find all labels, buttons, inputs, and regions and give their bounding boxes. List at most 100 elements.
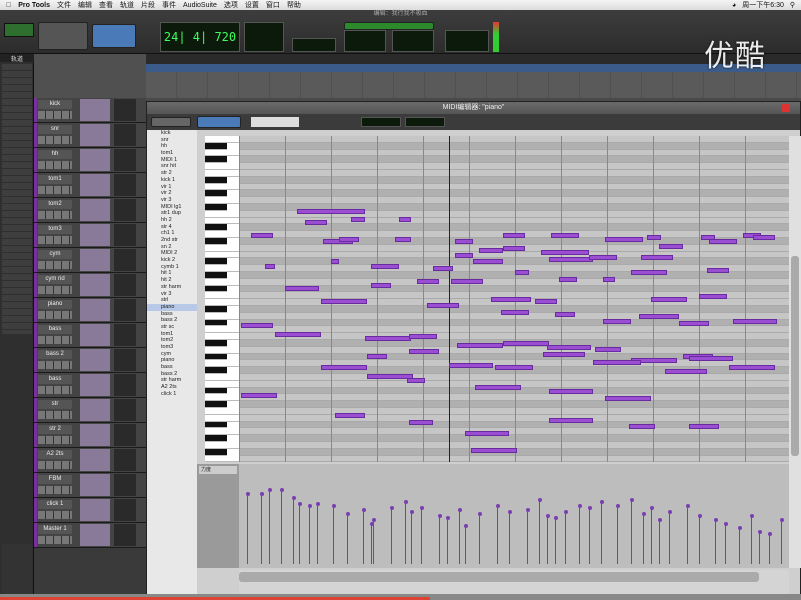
piano-white-key[interactable] bbox=[205, 183, 239, 191]
midi-note[interactable] bbox=[305, 219, 327, 225]
piano-white-key[interactable] bbox=[205, 414, 239, 422]
track-buttons[interactable] bbox=[38, 361, 72, 369]
velocity-handle[interactable] bbox=[685, 504, 690, 508]
velocity-handle[interactable] bbox=[445, 516, 450, 520]
midi-note[interactable] bbox=[647, 235, 661, 240]
piano-white-key[interactable] bbox=[205, 380, 239, 388]
midi-note[interactable] bbox=[555, 312, 575, 317]
track-buttons[interactable] bbox=[38, 486, 72, 494]
track-clip[interactable] bbox=[80, 474, 110, 496]
midi-note[interactable] bbox=[465, 430, 509, 436]
wifi-icon[interactable]: ◕ bbox=[732, 2, 736, 9]
velocity-handle[interactable] bbox=[463, 524, 468, 528]
midi-note[interactable] bbox=[689, 356, 733, 361]
midi-note[interactable] bbox=[251, 232, 273, 238]
track-buttons[interactable] bbox=[38, 311, 72, 319]
track-clip[interactable] bbox=[80, 449, 110, 471]
selection-start[interactable] bbox=[344, 30, 386, 52]
velocity-handle[interactable] bbox=[315, 502, 320, 506]
midi-track-list-item[interactable]: vir 3 bbox=[147, 197, 197, 204]
menu-clip[interactable]: 片段 bbox=[141, 0, 155, 10]
velocity-stalk[interactable] bbox=[317, 504, 318, 564]
track-name[interactable]: FBM bbox=[38, 475, 72, 484]
menu-window[interactable]: 窗口 bbox=[266, 0, 280, 10]
track-buttons[interactable] bbox=[38, 261, 72, 269]
piano-white-key[interactable] bbox=[205, 244, 239, 252]
track-buttons[interactable] bbox=[38, 336, 72, 344]
piano-black-key[interactable] bbox=[205, 272, 227, 279]
clock[interactable]: 周一下午6:30 bbox=[742, 0, 784, 10]
menu-edit[interactable]: 编辑 bbox=[78, 0, 92, 10]
midi-note[interactable] bbox=[367, 353, 387, 359]
midi-note[interactable] bbox=[753, 235, 775, 240]
track-clip[interactable] bbox=[80, 324, 110, 346]
midi-track-list-item[interactable]: snr bbox=[147, 137, 197, 144]
track-clip[interactable] bbox=[80, 199, 110, 221]
midi-note[interactable] bbox=[241, 323, 273, 328]
piano-white-key[interactable] bbox=[205, 136, 239, 143]
velocity-stalk[interactable] bbox=[347, 514, 348, 564]
velocity-stalk[interactable] bbox=[247, 494, 248, 564]
track-row[interactable]: Master 1 bbox=[34, 523, 146, 548]
velocity-handle[interactable] bbox=[587, 506, 592, 510]
velocity-stalk[interactable] bbox=[643, 514, 644, 564]
edit-tools[interactable] bbox=[92, 24, 136, 48]
midi-note[interactable] bbox=[371, 283, 391, 289]
track-name[interactable]: bass bbox=[38, 375, 72, 384]
track-row[interactable]: A2 2ts bbox=[34, 448, 146, 473]
midi-track-list-item[interactable]: hit 1 bbox=[147, 270, 197, 277]
midi-note[interactable] bbox=[535, 298, 557, 304]
midi-note[interactable] bbox=[407, 378, 425, 383]
velocity-handle[interactable] bbox=[629, 498, 634, 502]
note-grid[interactable] bbox=[239, 136, 789, 462]
timeline-rulers[interactable] bbox=[146, 54, 801, 98]
midi-note[interactable] bbox=[409, 334, 437, 339]
piano-white-key[interactable] bbox=[205, 197, 239, 204]
track-name[interactable]: cym bbox=[38, 250, 72, 259]
midi-note[interactable] bbox=[593, 360, 641, 366]
track-name[interactable]: cym rid bbox=[38, 275, 72, 284]
midi-track-list-item[interactable]: str harm bbox=[147, 377, 197, 384]
midi-note[interactable] bbox=[427, 303, 459, 309]
menu-track[interactable]: 轨道 bbox=[120, 0, 134, 10]
velocity-stalk[interactable] bbox=[309, 506, 310, 564]
track-name[interactable]: snr bbox=[38, 125, 72, 134]
velocity-handle[interactable] bbox=[767, 532, 772, 536]
track-row[interactable]: kick bbox=[34, 98, 146, 123]
track-clip[interactable] bbox=[80, 399, 110, 421]
tempo-ruler[interactable] bbox=[146, 64, 801, 72]
velocity-stalk[interactable] bbox=[659, 520, 660, 564]
track-clip[interactable] bbox=[80, 99, 110, 121]
midi-track-list-item[interactable]: hh bbox=[147, 143, 197, 150]
midi-track-list-item[interactable]: bass bbox=[147, 364, 197, 371]
menu-view[interactable]: 查看 bbox=[99, 0, 113, 10]
menu-options[interactable]: 选项 bbox=[224, 0, 238, 10]
track-clip[interactable] bbox=[80, 149, 110, 171]
velocity-stalk[interactable] bbox=[421, 508, 422, 564]
track-clip[interactable] bbox=[80, 274, 110, 296]
midi-track-list-item[interactable]: MIDI lg1 bbox=[147, 204, 197, 211]
track-buttons[interactable] bbox=[38, 436, 72, 444]
midi-track-list-item[interactable]: kick bbox=[147, 130, 197, 137]
midi-note[interactable] bbox=[455, 252, 473, 258]
velocity-handle[interactable] bbox=[437, 514, 442, 518]
piano-black-key[interactable] bbox=[205, 176, 227, 184]
midi-note[interactable] bbox=[371, 263, 399, 269]
track-selector[interactable] bbox=[251, 117, 299, 127]
marker-ruler[interactable] bbox=[146, 72, 801, 98]
track-row[interactable]: bass bbox=[34, 373, 146, 398]
midi-note[interactable] bbox=[559, 276, 577, 282]
midi-note[interactable] bbox=[595, 347, 621, 353]
velocity-handle[interactable] bbox=[667, 510, 672, 514]
track-buttons[interactable] bbox=[38, 236, 72, 244]
piano-white-key[interactable] bbox=[205, 217, 239, 225]
midi-note[interactable] bbox=[605, 237, 643, 243]
midi-note[interactable] bbox=[605, 395, 651, 401]
midi-track-list-item[interactable]: str harm bbox=[147, 284, 197, 291]
track-name[interactable]: bass 2 bbox=[38, 350, 72, 359]
midi-note[interactable] bbox=[733, 318, 777, 324]
velocity-handle[interactable] bbox=[657, 518, 662, 522]
piano-white-key[interactable] bbox=[205, 455, 239, 463]
velocity-lane-header[interactable]: 力度 bbox=[197, 464, 239, 568]
sub-counter[interactable] bbox=[244, 22, 284, 52]
